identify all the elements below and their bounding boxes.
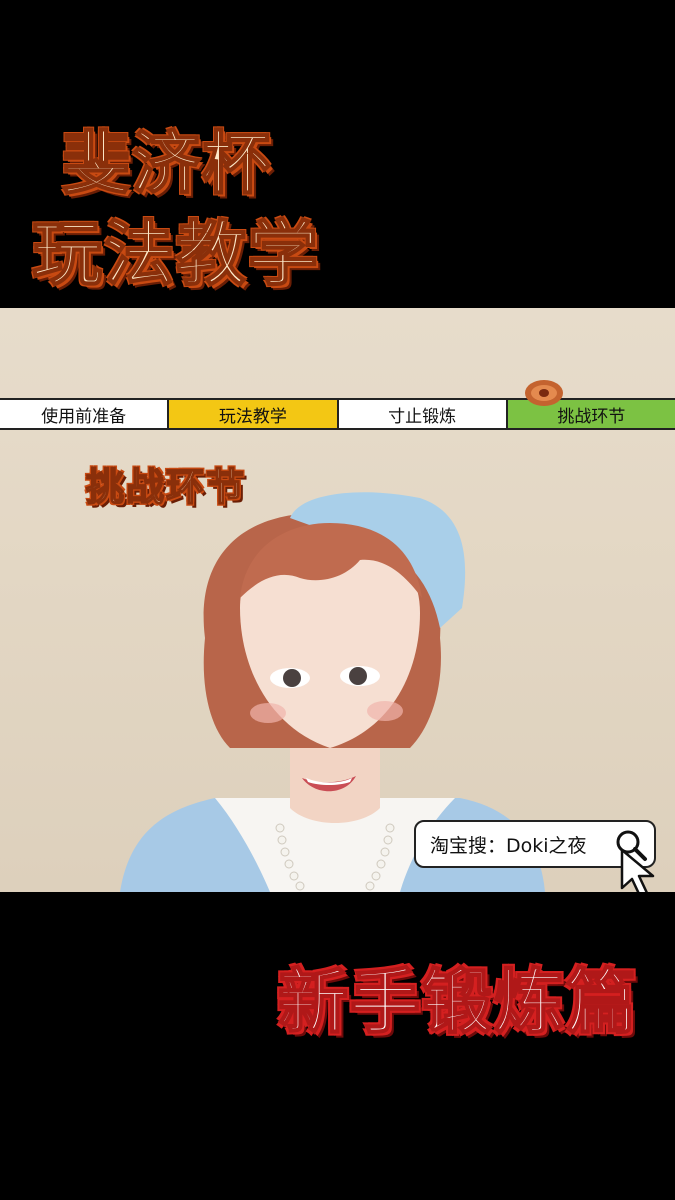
cursor-arrow-icon <box>620 848 655 892</box>
chapter-progress-bar: 使用前准备 玩法教学 寸止锻炼 挑战环节 <box>0 398 675 430</box>
section-label: 挑战环节 <box>85 464 247 510</box>
chapter-item[interactable]: 使用前准备 <box>0 400 170 428</box>
search-chip-text: 淘宝搜：Doki之夜 <box>430 834 587 857</box>
presenter-image <box>120 492 545 892</box>
video-subtitle: 新手锻炼篇 <box>277 960 638 1044</box>
video-frame[interactable]: 挑战环节 使用前准备 玩法教学 寸止锻炼 挑战环节 淘宝搜：Doki之夜 <box>0 308 675 892</box>
chapter-item[interactable]: 寸止锻炼 <box>338 400 508 428</box>
progress-marker-icon <box>525 380 563 406</box>
video-title-line-2: 玩法教学 <box>31 212 320 296</box>
video-title-line-1: 斐济杯 <box>61 124 273 205</box>
chapter-item[interactable]: 玩法教学 <box>169 400 339 428</box>
